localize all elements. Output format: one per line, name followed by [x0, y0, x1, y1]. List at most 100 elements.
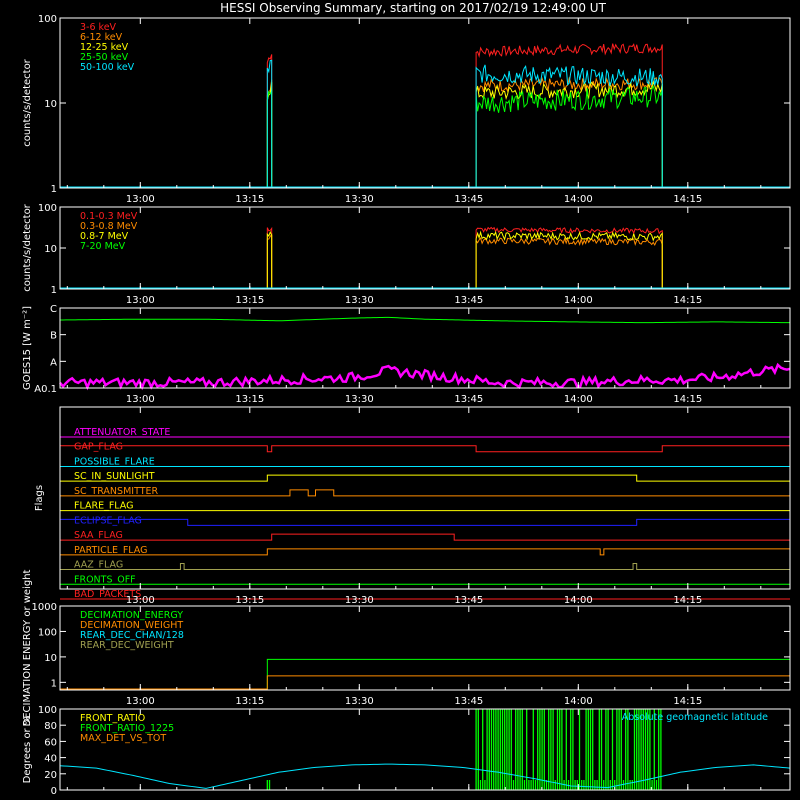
- time-tick-label: 14:00: [564, 696, 593, 707]
- y-tick-label: 20: [44, 770, 57, 781]
- legend-entry: 7-20 MeV: [80, 241, 126, 252]
- series-line: [266, 233, 273, 290]
- legend-entry: 50-100 keV: [80, 62, 135, 73]
- time-tick-label: 13:15: [235, 194, 264, 205]
- y-axis-label: Degrees or %: [22, 716, 33, 784]
- series-line: [475, 43, 663, 189]
- time-tick-label: 13:30: [345, 194, 374, 205]
- time-tick-label: 14:00: [564, 394, 593, 405]
- time-tick-label: 13:45: [454, 394, 483, 405]
- y-tick-label: 100: [38, 705, 57, 716]
- flag-line: [60, 489, 790, 497]
- time-tick-label: 13:00: [126, 696, 155, 707]
- time-tick-label: 13:30: [345, 696, 374, 707]
- y-axis-label: Flags: [34, 485, 45, 511]
- y-tick-label: 100: [38, 203, 57, 214]
- flag-line: [60, 533, 790, 541]
- time-tick-label: 14:00: [564, 295, 593, 306]
- series-line: [475, 236, 663, 290]
- time-tick-label: 13:15: [235, 295, 264, 306]
- time-tick-label: 13:00: [126, 194, 155, 205]
- panel-frame: [59, 17, 791, 189]
- goes-panel: 13:00 13:15 13:30 13:45 14:00 14:15 C B A A0.1GOE…: [22, 304, 791, 405]
- time-tick-label: 13:45: [454, 194, 483, 205]
- goes-short-line: [59, 362, 791, 391]
- time-tick-label: 13:45: [454, 595, 483, 606]
- y-axis-label: DECIMATION ENERGY or weight: [22, 569, 33, 726]
- y-tick-label: 80: [44, 721, 57, 732]
- time-tick-label: 13:15: [235, 394, 264, 405]
- flag-line: [59, 518, 791, 526]
- y-tick-label: 100: [38, 627, 57, 638]
- ratios-panel: 020406080100Degrees or % FRONT_RATIOFRONT…: [22, 705, 791, 797]
- time-tick-label: 13:45: [454, 295, 483, 306]
- flag-line: [60, 548, 791, 556]
- flag-line: [60, 474, 790, 482]
- flag-label: GAP_FLAG: [74, 442, 123, 453]
- time-tick-label: 14:15: [673, 295, 702, 306]
- y-axis-label: counts/s/detector: [22, 203, 33, 291]
- time-tick-label: 14:00: [564, 194, 593, 205]
- panel-frame: [59, 206, 791, 290]
- y-axis-label: GOES15 [W m⁻²]: [22, 306, 33, 390]
- y-tick-label: 10: [44, 99, 57, 110]
- panels: 13:00 13:15 13:30 13:45 14:00 14:15110100coun…: [22, 14, 791, 797]
- time-tick-label: 13:45: [454, 696, 483, 707]
- series-line: [475, 64, 663, 189]
- y-tick-label: 60: [44, 737, 57, 748]
- y-tick-label: 1: [51, 678, 57, 689]
- flag-line: [60, 563, 790, 571]
- flag-label: ATTENUATOR_STATE: [74, 427, 170, 438]
- y-tick-label: 40: [44, 754, 57, 765]
- series-line: [475, 84, 663, 189]
- y-tick-label: 10: [44, 244, 57, 255]
- flags-panel: ATTENUATOR_STATE GAP_FLAG POSSIBLE_FLARE SC…: [34, 406, 791, 606]
- time-tick-label: 13:15: [235, 595, 264, 606]
- time-tick-label: 13:30: [345, 595, 374, 606]
- goes-long-line: [59, 316, 791, 324]
- y-tick-label: 1: [51, 285, 57, 296]
- flag-label: POSSIBLE_FLARE: [74, 456, 155, 467]
- flag-label: SAA_FLAG: [74, 530, 123, 541]
- hessi-summary-figure: HESSI Observing Summary, starting on 201…: [22, 1, 791, 797]
- series-line: [266, 54, 273, 189]
- time-tick-label: 13:00: [126, 595, 155, 606]
- lightcurve_high-panel: 13:00 13:15 13:30 13:45 14:00 14:15 1 10 100 coun…: [22, 203, 791, 306]
- flag-label: SC_IN_SUNLIGHT: [74, 471, 155, 482]
- legend-entry: MAX_DET_VS_TOT: [80, 733, 166, 744]
- y-tick-label: A: [50, 357, 57, 368]
- y-tick-label: A0.1: [34, 384, 57, 395]
- time-tick-label: 13:15: [235, 696, 264, 707]
- series-line: [266, 59, 273, 189]
- y-tick-label: 1000: [32, 602, 57, 613]
- y-tick-label: B: [50, 331, 57, 342]
- time-tick-label: 13:00: [126, 295, 155, 306]
- flag-label: SC_TRANSMITTER: [74, 486, 159, 497]
- flag-label: ECLIPSE_FLAG: [74, 515, 142, 526]
- lightcurve_low-panel: 13:00 13:15 13:30 13:45 14:00 14:15 1 10 100 coun…: [22, 14, 791, 205]
- flag-label: AAZ_FLAG: [74, 560, 123, 571]
- time-tick-label: 13:30: [345, 295, 374, 306]
- y-tick-label: 100: [38, 14, 57, 25]
- time-tick-label: 13:30: [345, 394, 374, 405]
- time-tick-label: 14:15: [673, 696, 702, 707]
- y-axis-label: counts/s/detector: [22, 58, 33, 146]
- figure-title: HESSI Observing Summary, starting on 201…: [220, 1, 606, 15]
- time-tick-label: 14:15: [673, 394, 702, 405]
- annotation-label: Absolute geomagnetic latitude: [622, 712, 768, 723]
- y-tick-label: 10: [44, 653, 57, 664]
- y-tick-label: 1: [51, 184, 57, 195]
- flag-label: FLARE_FLAG: [74, 501, 134, 512]
- flag-label: FRONTS_OFF: [74, 574, 136, 585]
- time-tick-label: 13:00: [126, 394, 155, 405]
- time-tick-label: 14:15: [673, 194, 702, 205]
- decimation-line: [60, 658, 790, 690]
- series-line: [266, 230, 273, 290]
- y-tick-label: 0: [51, 786, 57, 797]
- flag-label: PARTICLE_FLAG: [74, 545, 147, 556]
- time-tick-label: 14:15: [673, 595, 702, 606]
- y-tick-label: C: [50, 304, 57, 315]
- series-line: [266, 89, 273, 189]
- flag-line: [59, 445, 791, 453]
- geomagnetic-latitude-line: [59, 763, 791, 789]
